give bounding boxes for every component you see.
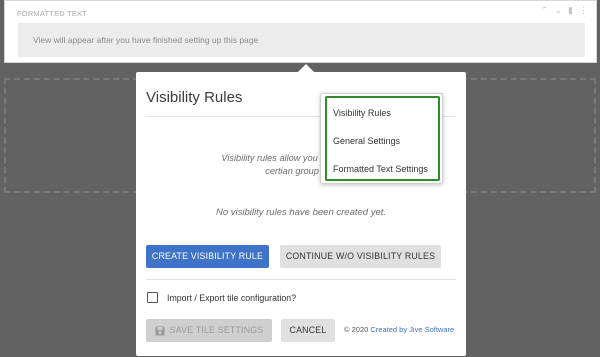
import-export-row[interactable]: Import / Export tile configuration?: [147, 292, 296, 303]
menu-item-visibility-rules[interactable]: Visibility Rules: [333, 108, 391, 118]
trash-icon[interactable]: ▮: [568, 4, 573, 16]
tile-header: FORMATTED TEXT: [17, 9, 88, 18]
divider: [146, 279, 456, 280]
footer-copyright: © 2020: [344, 325, 369, 334]
jive-software-link[interactable]: Created by Jive Software: [370, 325, 454, 334]
more-vertical-icon[interactable]: ⋮: [579, 4, 588, 16]
save-tile-settings-button[interactable]: SAVE TILE SETTINGS: [146, 319, 272, 342]
create-visibility-rule-button[interactable]: CREATE VISIBILITY RULE: [146, 245, 269, 268]
floppy-disk-icon: [155, 326, 165, 335]
menu-item-formatted-text-settings[interactable]: Formatted Text Settings: [333, 164, 428, 174]
chevron-down-icon[interactable]: ⌄: [555, 4, 563, 16]
empty-state-text: No visibility rules have been created ye…: [215, 207, 387, 218]
chevron-up-icon[interactable]: ⌃: [541, 4, 549, 16]
modal-title: Visibility Rules: [146, 89, 243, 106]
menu-item-general-settings[interactable]: General Settings: [333, 136, 400, 146]
save-button-label: SAVE TILE SETTINGS: [169, 325, 264, 335]
formatted-text-tile: FORMATTED TEXT ⌃ ⌄ ▮ ⋮ View will appear …: [4, 0, 597, 63]
footer: © 2020 Created by Jive Software: [344, 325, 454, 334]
tile-pointer: [298, 64, 314, 72]
import-export-checkbox[interactable]: [147, 292, 158, 303]
tile-placeholder: View will appear after you have finished…: [18, 23, 585, 57]
tile-controls: ⌃ ⌄ ▮ ⋮: [541, 4, 588, 16]
cancel-button[interactable]: CANCEL: [281, 319, 335, 342]
import-export-label: Import / Export tile configuration?: [167, 292, 297, 303]
continue-without-rules-button[interactable]: CONTINUE W/O VISIBILITY RULES: [280, 245, 441, 268]
settings-menu: Visibility Rules General Settings Format…: [320, 93, 443, 184]
